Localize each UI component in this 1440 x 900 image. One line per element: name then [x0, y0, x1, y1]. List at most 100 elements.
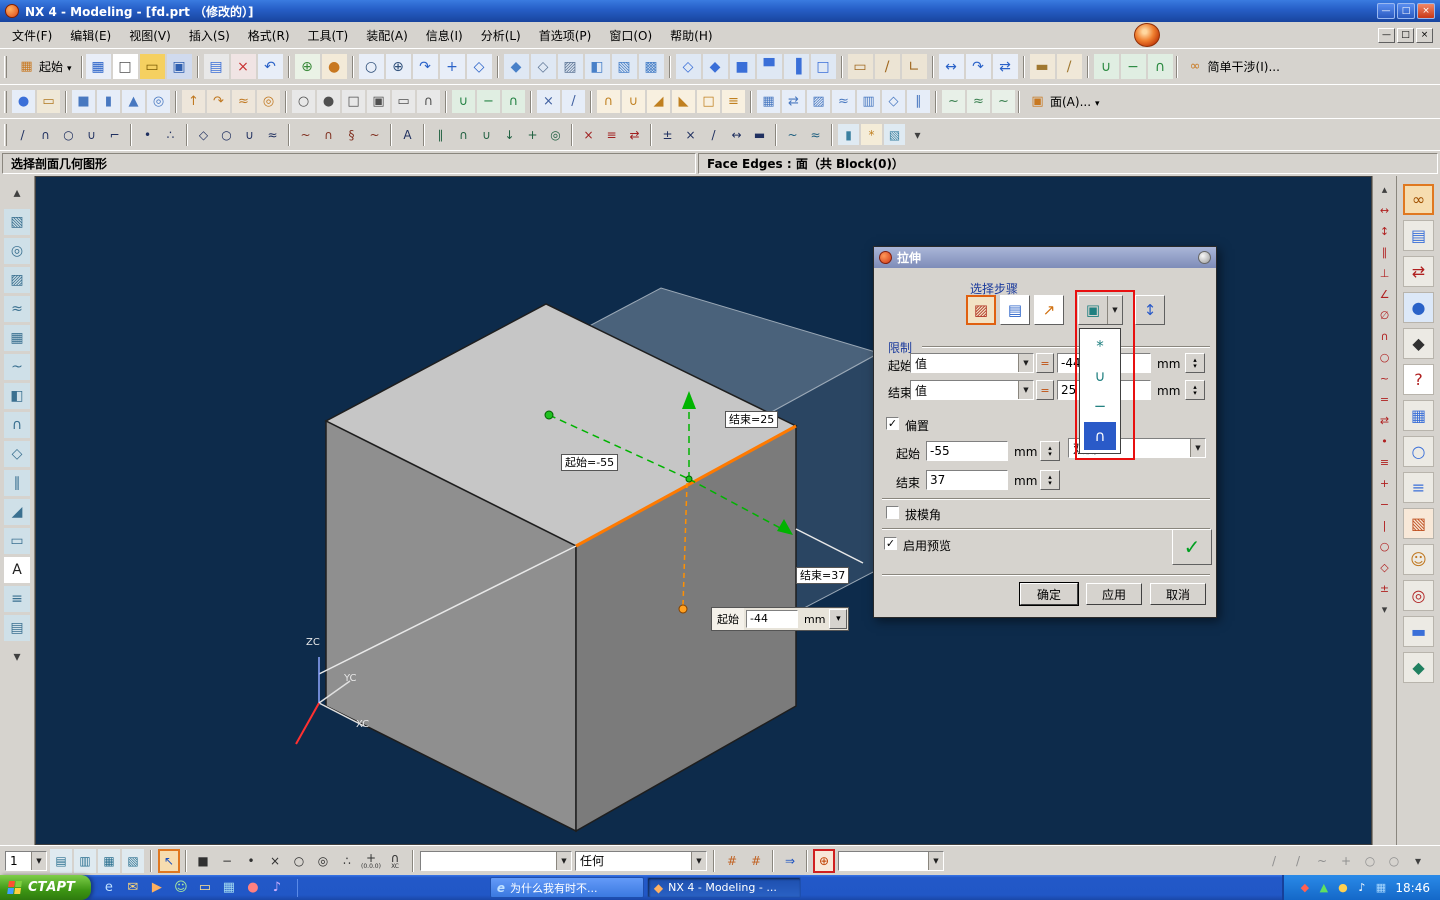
- point-set-tool-icon[interactable]: ∴: [160, 124, 181, 145]
- ok-button[interactable]: 确定: [1020, 583, 1078, 605]
- datum-plane-icon[interactable]: ▭: [847, 54, 873, 79]
- curve-mesh-surface-icon[interactable]: ▦: [4, 325, 30, 351]
- menu-item-4[interactable]: 格式(R): [239, 22, 299, 49]
- section-curve-tool-icon[interactable]: ≡: [601, 124, 622, 145]
- sew-icon[interactable]: ≈: [832, 90, 855, 113]
- cross-style-disabled-icon[interactable]: +: [1335, 849, 1357, 873]
- maximize-button[interactable]: □: [1397, 3, 1415, 19]
- snap-origin-icon[interactable]: + (0.0.0): [360, 849, 382, 873]
- scroll-down-icon[interactable]: ▾: [4, 644, 30, 670]
- subtract-icon[interactable]: −: [477, 90, 500, 113]
- curve-length-tool-icon[interactable]: ▬: [749, 124, 770, 145]
- groove-icon[interactable]: ∩: [417, 90, 440, 113]
- scroll-down-icon[interactable]: ▾: [1375, 600, 1394, 619]
- zoom-window-icon[interactable]: ○: [358, 54, 384, 79]
- constraint-coincident-icon[interactable]: ○: [1375, 348, 1394, 367]
- free-form-feature-icon[interactable]: ~: [942, 90, 965, 113]
- constraint-navigator-icon[interactable]: ⇄: [1403, 256, 1434, 287]
- sweep-along-guide-icon[interactable]: ≈: [232, 90, 255, 113]
- user-session-icon[interactable]: ☺: [1403, 544, 1434, 575]
- boolean-unite-icon[interactable]: ∪: [1084, 362, 1116, 390]
- apply-button[interactable]: 应用: [1086, 583, 1142, 605]
- fill-surface-icon[interactable]: ▤: [4, 615, 30, 641]
- snap-quadrant-icon[interactable]: ◎: [312, 849, 334, 873]
- fit-spline-tool-icon[interactable]: ≈: [805, 124, 826, 145]
- dynamic-input-field[interactable]: -44: [746, 610, 798, 628]
- undo-icon[interactable]: ↶: [257, 54, 283, 79]
- shaded-view-icon[interactable]: ◆: [503, 54, 529, 79]
- selection-filter-combo[interactable]: [420, 850, 572, 871]
- constraint-midpoint-icon[interactable]: •: [1375, 432, 1394, 451]
- datum-plane-tool-icon[interactable]: ▭: [37, 90, 60, 113]
- line-width-disabled-icon[interactable]: /: [1287, 849, 1309, 873]
- offset-start-value-field[interactable]: -55: [926, 441, 1008, 461]
- toolbar-options-icon[interactable]: ▾: [1407, 849, 1429, 873]
- text-curve-tool-icon[interactable]: A: [397, 124, 418, 145]
- combo-arrow-icon[interactable]: [31, 851, 46, 870]
- rotate-object-icon[interactable]: ↷: [965, 54, 991, 79]
- unite-bodies-icon[interactable]: ∪: [1093, 54, 1119, 79]
- stretch-curve-tool-icon[interactable]: ↔: [726, 124, 747, 145]
- limit-end-spinner[interactable]: [1185, 380, 1205, 400]
- dimension-parallel-icon[interactable]: ∥: [1375, 243, 1394, 262]
- snap-point-on-curve-icon[interactable]: ∩ XC: [384, 849, 406, 873]
- edit-curve-tool-icon[interactable]: ±: [657, 124, 678, 145]
- wireframe-view-icon[interactable]: ◇: [530, 54, 556, 79]
- sphere-tool-icon[interactable]: ◎: [147, 90, 170, 113]
- datum-csys-icon[interactable]: ∟: [901, 54, 927, 79]
- window-titlebar[interactable]: NX 4 - Modeling - [fd.prt （修改的）] — □ ×: [0, 0, 1440, 22]
- trimetric-view-icon[interactable]: ◆: [702, 54, 728, 79]
- save-file-icon[interactable]: ▣: [166, 54, 192, 79]
- swept-surface-icon[interactable]: ~: [4, 354, 30, 380]
- list-navigator-icon[interactable]: ≡: [1403, 472, 1434, 503]
- end-distance-label[interactable]: 结束=25: [725, 411, 779, 428]
- child-restore-button[interactable]: □: [1397, 27, 1414, 43]
- offset-end-value-field[interactable]: 37: [926, 470, 1008, 490]
- snap-point-icon[interactable]: ⊕: [294, 54, 320, 79]
- parabola-tool-icon[interactable]: ∪: [239, 124, 260, 145]
- measure-distance-icon[interactable]: /: [1056, 54, 1082, 79]
- extrude-icon[interactable]: ↑: [182, 90, 205, 113]
- limit-end-expression-button[interactable]: =: [1036, 380, 1054, 400]
- menu-item-7[interactable]: 信息(I): [417, 22, 472, 49]
- bounded-plane-icon[interactable]: ▭: [4, 528, 30, 554]
- boss-icon[interactable]: ●: [317, 90, 340, 113]
- toolbar-grip[interactable]: [4, 55, 7, 78]
- through-curves-surface-icon[interactable]: ≈: [4, 296, 30, 322]
- ruler-measure-icon[interactable]: ▬: [1029, 54, 1055, 79]
- selection-ball-icon[interactable]: ●: [321, 54, 347, 79]
- join-curve-tool-icon[interactable]: ∪: [476, 124, 497, 145]
- menu-item-8[interactable]: 分析(L): [472, 22, 530, 49]
- layer-visible-icon[interactable]: ▤: [50, 848, 72, 873]
- surface-panel-tool-icon[interactable]: ▧: [884, 124, 905, 145]
- combo-arrow-icon[interactable]: [1018, 354, 1033, 372]
- dimension-perpendicular-icon[interactable]: ⊥: [1375, 264, 1394, 283]
- dimension-angular-icon[interactable]: ∠: [1375, 285, 1394, 304]
- layer-category-icon[interactable]: ▧: [122, 848, 144, 873]
- boolean-intersect-icon[interactable]: ∩: [1084, 422, 1116, 450]
- zoom-icon[interactable]: ⊕: [385, 54, 411, 79]
- selection-filter-highlight-icon[interactable]: ⊕: [813, 848, 835, 873]
- point-style-disabled-icon[interactable]: ○: [1359, 849, 1381, 873]
- patch-body-icon[interactable]: ▨: [807, 90, 830, 113]
- update-tray-icon[interactable]: ●: [1334, 879, 1351, 896]
- extruded-surface-icon[interactable]: ▧: [4, 209, 30, 235]
- network-tray-icon[interactable]: ▦: [1372, 879, 1389, 896]
- snap-midpoint-icon[interactable]: −: [216, 849, 238, 873]
- combo-arrow-icon[interactable]: [1018, 381, 1033, 399]
- combo-arrow-icon[interactable]: [1190, 439, 1205, 457]
- constraint-symmetric-icon[interactable]: ⇄: [1375, 411, 1394, 430]
- simple-interference-button[interactable]: ∞ 简单干涉(I)...: [1181, 56, 1286, 77]
- toolbar-overflow-icon[interactable]: ▾: [907, 124, 928, 145]
- menu-item-6[interactable]: 装配(A): [357, 22, 417, 49]
- snap-existing-point-icon[interactable]: ∴: [336, 849, 358, 873]
- internet-ball-icon[interactable]: ●: [1403, 292, 1434, 323]
- taskbar-task-1[interactable]: ◆ NX 4 - Modeling - ...: [646, 877, 801, 898]
- rotate-view-icon[interactable]: ↷: [412, 54, 438, 79]
- child-minimize-button[interactable]: —: [1378, 27, 1395, 43]
- menu-item-0[interactable]: 文件(F): [3, 22, 61, 49]
- spline-tool-icon[interactable]: ~: [295, 124, 316, 145]
- color-palette-icon[interactable]: ▧: [1403, 508, 1434, 539]
- minimize-button[interactable]: —: [1377, 3, 1395, 19]
- desktop-shortcut-icon[interactable]: ▦: [219, 878, 239, 898]
